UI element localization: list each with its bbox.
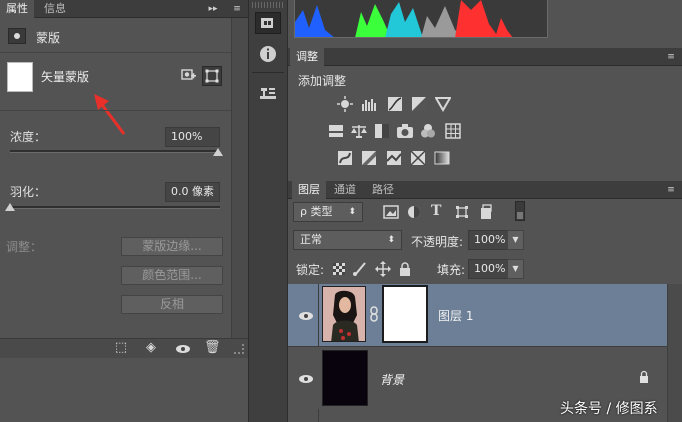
- color-range-button[interactable]: 颜色范围...: [121, 266, 223, 285]
- refine-label: 调整：: [6, 240, 43, 254]
- feather-slider[interactable]: [10, 206, 220, 209]
- collapse-icon[interactable]: ▸▸: [206, 3, 220, 15]
- brightness-contrast-icon[interactable]: [337, 96, 353, 112]
- filter-toggle[interactable]: [515, 201, 525, 221]
- color-lookup-icon[interactable]: [445, 123, 461, 139]
- density-slider[interactable]: [10, 150, 220, 153]
- levels-icon[interactable]: [361, 96, 379, 112]
- curves-icon[interactable]: [387, 96, 403, 112]
- gradient-map-icon[interactable]: [434, 150, 450, 166]
- vector-mask-label: 矢量蒙版: [41, 70, 90, 84]
- invert-adjustment-icon[interactable]: [337, 150, 353, 166]
- filter-type-icon[interactable]: T: [431, 203, 445, 219]
- hue-saturation-icon[interactable]: [328, 123, 344, 139]
- apply-mask-icon[interactable]: ◈: [142, 340, 160, 356]
- opacity-dropdown-button[interactable]: ▼: [507, 230, 524, 250]
- adjustments-menu-icon[interactable]: ≡: [664, 51, 678, 63]
- tab-paths[interactable]: 路径: [366, 181, 400, 199]
- density-label: 浓度：: [10, 130, 47, 144]
- photo-filter-icon[interactable]: [396, 123, 414, 139]
- tab-properties[interactable]: 属性: [0, 0, 34, 18]
- load-selection-icon[interactable]: ⬚: [113, 340, 129, 356]
- resize-grip-icon[interactable]: [234, 344, 244, 354]
- fill-label: 填充:: [437, 263, 466, 277]
- divider: [0, 110, 248, 111]
- color-balance-icon[interactable]: [350, 123, 368, 139]
- dock-grip[interactable]: [252, 2, 284, 8]
- layer-name[interactable]: 背景: [380, 371, 404, 388]
- spinner-icon: ⬍: [387, 235, 395, 245]
- select-vector-mask-button[interactable]: [202, 66, 222, 86]
- layer-thumbnail[interactable]: [322, 350, 368, 406]
- layer-name[interactable]: 图层 1: [438, 307, 473, 324]
- filter-adjustment-icon[interactable]: [407, 205, 421, 219]
- clone-source-dock-icon[interactable]: [258, 84, 278, 104]
- lock-image-icon[interactable]: [352, 261, 368, 277]
- vibrance-icon[interactable]: [434, 96, 452, 112]
- lock-position-icon[interactable]: [375, 261, 391, 277]
- selective-color-icon[interactable]: [410, 150, 426, 166]
- layer-filter-dropdown[interactable]: ρ 类型 ⬍: [293, 202, 363, 222]
- info-dock-icon[interactable]: [258, 44, 278, 64]
- chain-link-icon[interactable]: [369, 306, 379, 322]
- feather-slider-thumb[interactable]: [5, 203, 15, 211]
- layers-scrollbar[interactable]: [667, 284, 682, 422]
- layer-lock-icon: [639, 370, 649, 384]
- feather-field[interactable]: 0.0 像素: [165, 182, 220, 202]
- density-slider-thumb[interactable]: [213, 148, 223, 156]
- feather-label: 羽化：: [10, 185, 47, 199]
- density-field[interactable]: 100%: [165, 127, 220, 147]
- invert-button[interactable]: 反相: [121, 295, 223, 314]
- properties-scrollbar[interactable]: [231, 18, 248, 338]
- posterize-icon[interactable]: [361, 150, 377, 166]
- histogram-chart: [294, 0, 548, 38]
- trash-icon[interactable]: 🗑: [204, 340, 221, 356]
- add-pixel-mask-icon[interactable]: [180, 68, 198, 84]
- filter-shape-icon[interactable]: [455, 205, 469, 219]
- tab-channels[interactable]: 通道: [328, 181, 362, 199]
- adjustments-tabbar: [288, 48, 682, 66]
- lock-transparent-icon[interactable]: [333, 263, 345, 275]
- mask-type-label: 蒙版: [36, 31, 61, 45]
- tab-adjustments[interactable]: 调整: [290, 48, 324, 66]
- visibility-eye-icon[interactable]: [298, 310, 314, 320]
- dock-divider: [252, 72, 284, 73]
- exposure-icon[interactable]: [411, 96, 427, 112]
- filter-pixel-icon[interactable]: [383, 205, 399, 219]
- panel-menu-icon[interactable]: ≡: [230, 3, 244, 15]
- visibility-eye-icon[interactable]: [298, 373, 314, 383]
- layer-filter-label: ρ 类型: [300, 205, 333, 218]
- lock-label: 锁定:: [296, 263, 325, 277]
- opacity-label: 不透明度:: [411, 235, 464, 249]
- mask-edge-button[interactable]: 蒙版边缘...: [121, 237, 223, 256]
- add-adjustment-label: 添加调整: [298, 74, 347, 88]
- lock-all-icon[interactable]: [399, 261, 411, 277]
- vector-mask-thumbnail[interactable]: [7, 62, 33, 92]
- layer-thumbnail[interactable]: [322, 286, 366, 342]
- tab-info[interactable]: 信息: [38, 0, 72, 18]
- spinner-icon: ⬍: [348, 207, 356, 217]
- divider: [0, 52, 248, 53]
- visibility-eye-icon[interactable]: [175, 343, 191, 353]
- tab-layers[interactable]: 图层: [292, 181, 326, 199]
- black-white-icon[interactable]: [374, 123, 390, 139]
- layers-menu-icon[interactable]: ≡: [664, 184, 678, 196]
- filter-smart-object-icon[interactable]: [479, 204, 493, 220]
- blend-mode-value: 正常: [300, 233, 322, 246]
- annotation-arrow-icon: [94, 94, 126, 135]
- blend-mode-dropdown[interactable]: 正常 ⬍: [293, 230, 402, 250]
- mask-icon: [8, 28, 26, 44]
- opacity-field[interactable]: 100%: [468, 230, 508, 250]
- fill-field[interactable]: 100%: [468, 259, 508, 279]
- vector-mask-thumbnail-layer[interactable]: [382, 285, 428, 343]
- channel-mixer-icon[interactable]: [420, 123, 436, 139]
- fill-dropdown-button[interactable]: ▼: [507, 259, 524, 279]
- histogram-dock-icon[interactable]: [255, 12, 281, 34]
- threshold-icon[interactable]: [386, 150, 402, 166]
- properties-panel: 属性 信息 ▸▸ ≡ 蒙版 矢量蒙版 浓度： 100% 羽化： 0.0 像素 调…: [0, 0, 248, 422]
- watermark: 头条号 / 修图系: [560, 401, 658, 417]
